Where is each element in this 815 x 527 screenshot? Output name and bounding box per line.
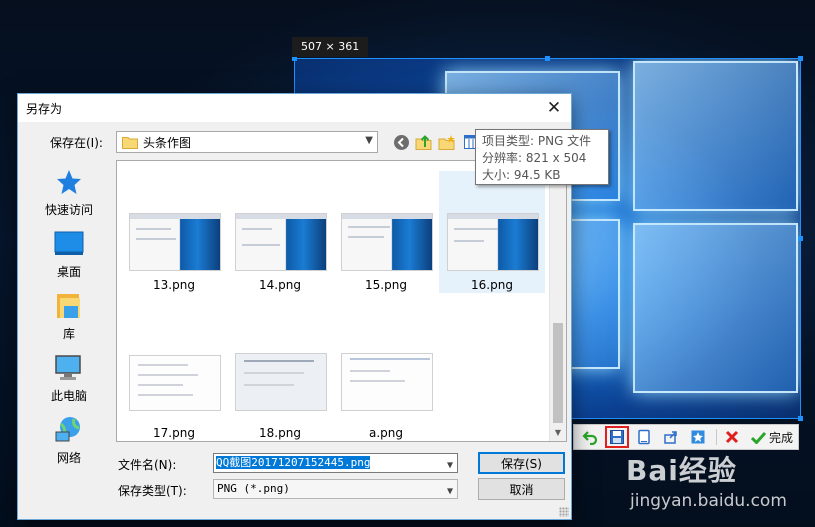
tooltip-type: 项目类型: PNG 文件 xyxy=(482,134,592,148)
file-name: 14.png xyxy=(259,278,301,292)
vertical-scrollbar[interactable]: ▲ ▼ xyxy=(549,161,566,441)
file-thumbnail xyxy=(447,213,539,271)
file-item[interactable]: 18.png xyxy=(227,319,333,441)
file-list[interactable]: 13.png 14.png 15.png 16.png 17.png 18.pn… xyxy=(116,160,567,442)
up-folder-icon[interactable] xyxy=(414,133,434,151)
windows-logo-pane xyxy=(633,223,798,393)
done-label: 完成 xyxy=(769,430,794,445)
chevron-down-icon: ▼ xyxy=(446,486,453,497)
selection-size-label: 507 × 361 xyxy=(292,37,369,57)
file-item-selected[interactable]: 16.png xyxy=(439,171,545,293)
computer-icon xyxy=(54,353,84,383)
watermark-url: jingyan.baidu.com xyxy=(630,491,787,511)
file-item[interactable]: 15.png xyxy=(333,171,439,293)
windows-logo-pane xyxy=(633,61,798,211)
file-name: 13.png xyxy=(153,278,195,292)
file-thumbnail xyxy=(235,353,327,411)
place-label: 此电脑 xyxy=(50,389,87,403)
file-name-value: QQ截图20171207152445.png xyxy=(216,456,371,469)
place-label: 快速访问 xyxy=(44,203,93,217)
selection-handle[interactable] xyxy=(798,56,803,61)
chevron-down-icon: ▼ xyxy=(365,135,373,146)
place-this-pc[interactable]: 此电脑 xyxy=(30,346,108,404)
watermark-logo: Bai经验 xyxy=(626,454,737,487)
file-name: a.png xyxy=(368,426,403,440)
selection-handle[interactable] xyxy=(798,416,803,421)
undo-icon[interactable] xyxy=(578,426,602,448)
cancel-button[interactable]: 取消 xyxy=(478,478,565,500)
watermark: Bai经验 jingyan.baidu.com xyxy=(622,445,812,520)
tooltip-resolution: 分辨率: 821 x 504 xyxy=(482,151,587,165)
tooltip-size: 大小: 94.5 KB xyxy=(482,168,561,182)
file-thumbnail xyxy=(129,355,221,411)
file-name-label: 文件名(N): xyxy=(118,458,177,472)
place-quick-access[interactable]: 快速访问 xyxy=(30,160,108,218)
save-in-label: 保存在(I): xyxy=(50,136,103,150)
file-type-label: 保存类型(T): xyxy=(118,484,187,498)
desktop-icon xyxy=(54,229,84,259)
file-thumbnail xyxy=(235,213,327,271)
resize-grip[interactable] xyxy=(559,507,569,517)
file-item[interactable]: a.png xyxy=(333,319,439,441)
place-label: 网络 xyxy=(56,451,81,465)
new-folder-icon[interactable] xyxy=(437,133,457,151)
folder-name: 头条作图 xyxy=(143,135,192,150)
file-name: 15.png xyxy=(365,278,407,292)
place-label: 桌面 xyxy=(56,265,81,279)
check-icon xyxy=(751,431,766,444)
dialog-title-bar[interactable]: 另存为 ✕ xyxy=(18,94,571,122)
scrollbar-thumb[interactable] xyxy=(553,323,563,423)
places-bar: 快速访问 桌面 库 此电脑 网络 xyxy=(30,160,108,470)
file-tooltip: 项目类型: PNG 文件 分辨率: 821 x 504 大小: 94.5 KB xyxy=(475,129,609,185)
close-icon[interactable]: ✕ xyxy=(544,98,564,118)
star-icon xyxy=(54,167,84,197)
network-icon xyxy=(54,415,84,445)
place-network[interactable]: 网络 xyxy=(30,408,108,466)
toolbar-separator xyxy=(716,429,717,445)
place-desktop[interactable]: 桌面 xyxy=(30,222,108,280)
file-item[interactable]: 14.png xyxy=(227,171,333,293)
file-thumbnail xyxy=(341,213,433,271)
file-name-input[interactable]: QQ截图20171207152445.png ▼ xyxy=(213,453,458,473)
selection-handle[interactable] xyxy=(798,236,803,241)
file-thumbnail xyxy=(129,213,221,271)
chevron-down-icon[interactable]: ▼ xyxy=(447,457,453,475)
library-icon xyxy=(54,291,84,321)
file-type-select[interactable]: PNG (*.png) ▼ xyxy=(213,479,458,499)
back-icon[interactable] xyxy=(391,133,411,151)
file-name: 18.png xyxy=(259,426,301,440)
save-button[interactable]: 保存(S) xyxy=(478,452,565,474)
dialog-title: 另存为 xyxy=(26,101,63,116)
file-name: 17.png xyxy=(153,426,195,440)
file-item[interactable]: 13.png xyxy=(121,171,227,293)
folder-icon xyxy=(122,136,138,149)
selection-handle[interactable] xyxy=(545,56,550,61)
scroll-down-icon[interactable]: ▼ xyxy=(550,424,566,441)
file-item[interactable]: 17.png xyxy=(121,319,227,441)
place-library[interactable]: 库 xyxy=(30,284,108,342)
folder-dropdown[interactable]: 头条作图 ▼ xyxy=(116,131,378,153)
file-thumbnail xyxy=(341,353,433,411)
file-type-value: PNG (*.png) xyxy=(217,482,290,495)
file-name: 16.png xyxy=(471,278,513,292)
place-label: 库 xyxy=(62,327,75,341)
